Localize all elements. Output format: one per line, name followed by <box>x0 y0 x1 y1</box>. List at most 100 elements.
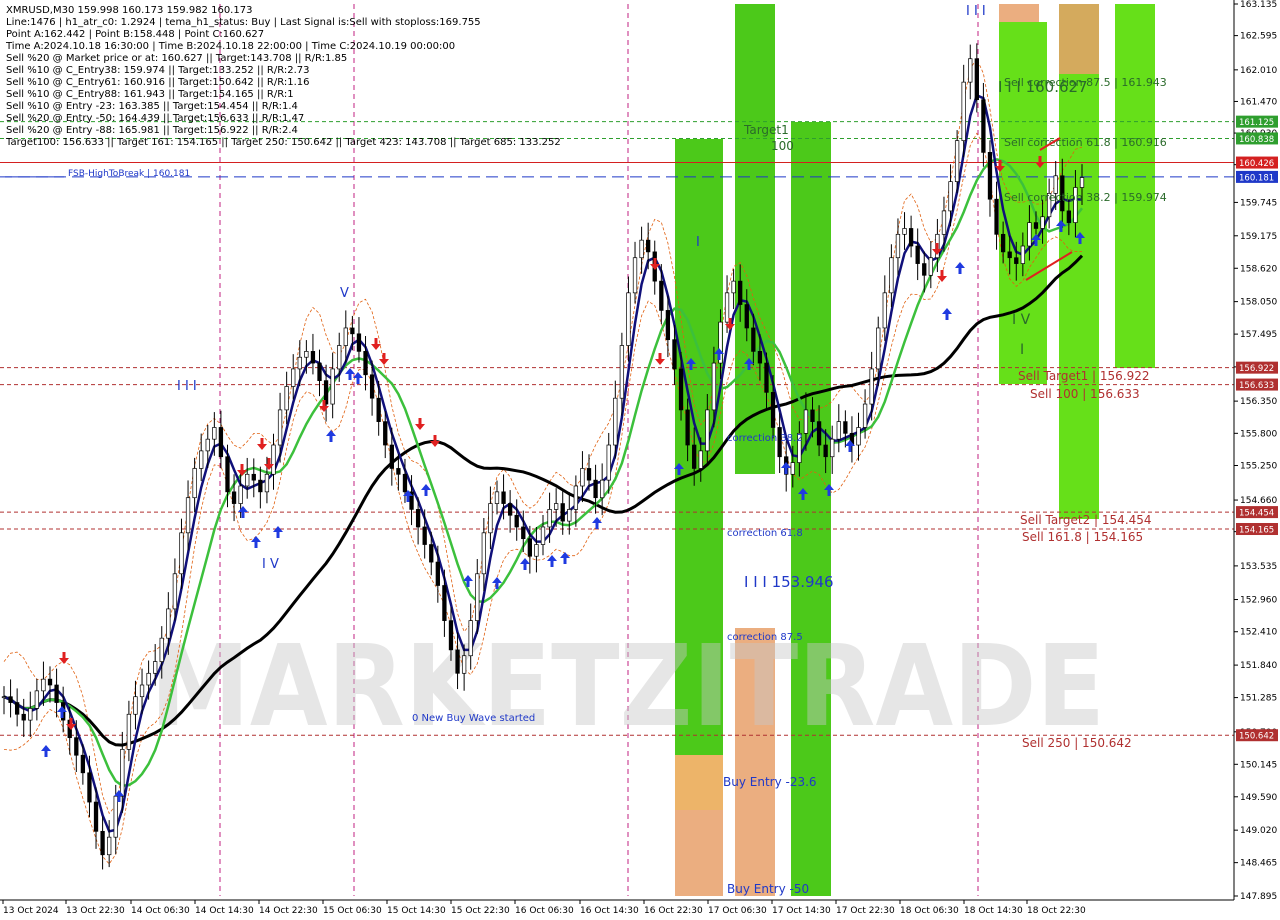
price-tick-label: 162.595 <box>1240 32 1277 42</box>
candle-body <box>1020 245 1025 264</box>
candle-body <box>448 620 454 651</box>
candle-body <box>113 795 118 838</box>
candle-body <box>185 497 191 534</box>
chart-annotation: correction 87.5 <box>727 632 803 643</box>
candle-body <box>251 473 256 481</box>
chart-annotation: Buy Entry -23.6 <box>723 775 817 789</box>
time-tick-label: 18 Oct 22:30 <box>1027 906 1086 916</box>
chart-annotation: correction 61.8 <box>727 528 803 539</box>
candle-body <box>297 356 302 370</box>
candle-body <box>889 257 894 294</box>
candle-body <box>514 514 519 528</box>
time-tick-label: 17 Oct 22:30 <box>836 906 895 916</box>
candle-body <box>455 649 460 674</box>
candle-body <box>74 737 79 756</box>
price-tick-label: 149.590 <box>1240 793 1277 803</box>
candle-body <box>481 532 486 575</box>
candle-body <box>646 239 651 253</box>
candle-body <box>600 479 605 499</box>
chart-annotation: correction 38.2 <box>727 433 803 444</box>
candle-body <box>922 263 927 276</box>
candle-body <box>836 421 841 440</box>
time-tick-label: 14 Oct 22:30 <box>259 906 318 916</box>
candle-body <box>731 280 736 294</box>
price-tick-label: 161.470 <box>1240 97 1277 107</box>
candle-body <box>981 99 986 153</box>
price-tick-label: 152.410 <box>1240 628 1277 638</box>
candle-body <box>238 485 243 504</box>
candle-body <box>632 257 638 294</box>
chart-annotation: I V <box>262 557 279 572</box>
chart-annotation: Sell 161.8 | 154.165 <box>1022 530 1143 544</box>
buy-zone-2 <box>735 4 775 474</box>
chart-annotation: I I I <box>177 379 197 394</box>
chart-annotation: Sell correction 38.2 | 159.974 <box>1004 191 1167 204</box>
level-tag-label: 160.838 <box>1239 135 1274 145</box>
entry-zone-c <box>999 4 1039 22</box>
info-line: Line:1476 | h1_atr_c0: 1.2924 | tema_h1_… <box>6 17 481 28</box>
candle-body <box>435 561 440 586</box>
price-tick-label: 163.135 <box>1240 0 1277 10</box>
candle-body <box>619 345 625 399</box>
candle-body <box>678 368 684 411</box>
candle-body <box>363 351 368 376</box>
candle-body <box>908 228 914 247</box>
candle-body <box>521 526 526 540</box>
entry-zone-d <box>1059 4 1099 74</box>
candle-body <box>757 351 763 364</box>
candle-body <box>1027 222 1032 247</box>
candle-body <box>823 444 828 458</box>
candle-body <box>724 292 730 323</box>
candle-body <box>527 538 533 557</box>
candle-body <box>133 696 138 715</box>
candle-body <box>179 532 184 575</box>
price-tick-label: 149.020 <box>1240 826 1277 836</box>
candle-body <box>159 637 164 662</box>
candle-body <box>231 491 237 504</box>
candle-body <box>21 713 26 721</box>
time-tick-label: 18 Oct 06:30 <box>900 906 959 916</box>
price-tick-label: 158.050 <box>1240 298 1277 308</box>
candle-body <box>876 327 881 370</box>
chart-annotation: Sell correction 61.8 | 160.916 <box>1004 136 1167 149</box>
time-axis: 13 Oct 2024 13 Oct 22:30 14 Oct 06:30 14 Oc… <box>0 899 1280 920</box>
info-line: Sell %10 @ Entry -23: 163.385 || Target:… <box>6 101 298 112</box>
chart-annotation: I I I 153.946 <box>744 573 834 591</box>
candle-body <box>816 421 822 446</box>
candle-body <box>968 58 973 83</box>
candle-body <box>915 245 920 264</box>
candle-body <box>1033 222 1039 229</box>
time-tick-label: 16 Oct 22:30 <box>644 906 703 916</box>
candle-body <box>192 468 197 499</box>
time-tick-label: 16 Oct 06:30 <box>515 906 574 916</box>
candle-body <box>711 362 717 411</box>
candle-body <box>218 427 224 458</box>
candle-body <box>672 339 677 370</box>
candle-body <box>580 468 585 487</box>
chart-annotation: 0 New Buy Wave started <box>412 713 535 724</box>
price-axis: 163.135162.595162.010161.470160.930160.3… <box>1233 0 1280 920</box>
candle-body <box>34 690 40 709</box>
level-tag-label: 154.165 <box>1239 526 1274 536</box>
candle-body <box>987 152 993 200</box>
sell-zone-3 <box>1115 4 1155 368</box>
info-line: Sell %10 @ C_Entry61: 160.916 || Target:… <box>6 77 309 88</box>
chart-annotation: Sell Target1 | 156.922 <box>1018 369 1150 383</box>
candle-body <box>692 444 697 469</box>
candle-body <box>100 830 105 856</box>
level-tag-label: 150.642 <box>1239 732 1274 742</box>
candle-body <box>540 526 546 545</box>
candle-body <box>954 140 960 182</box>
chart-annotation: I I I <box>966 4 986 19</box>
price-tick-label: 154.660 <box>1240 496 1277 506</box>
time-tick-label: 17 Oct 06:30 <box>708 906 767 916</box>
time-axis-bg <box>0 900 1280 920</box>
time-tick-label: 15 Oct 22:30 <box>451 906 510 916</box>
candle-body <box>764 362 769 393</box>
time-tick-label: 14 Oct 06:30 <box>131 906 190 916</box>
price-tick-label: 152.960 <box>1240 596 1277 606</box>
candle-body <box>87 772 92 803</box>
price-tick-label: 151.840 <box>1240 661 1277 671</box>
candle-body <box>869 368 874 405</box>
candle-body <box>284 386 289 411</box>
